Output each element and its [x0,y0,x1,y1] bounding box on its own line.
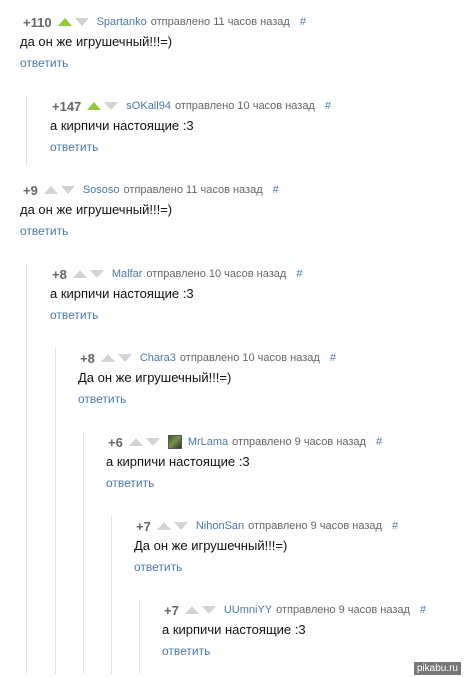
comment-timestamp: отправлено 11 часов назад [150,16,290,28]
user-avatar-icon[interactable] [167,435,182,449]
vote-up-icon[interactable] [184,606,199,614]
comment-permalink[interactable]: # [376,436,382,448]
vote-up-icon[interactable] [72,270,87,278]
comment-meta: +8 Malfar отправлено 10 часов назад # [52,264,302,284]
vote-down-icon[interactable] [89,270,104,278]
comment-score: +7 [164,602,179,618]
comment: +8 Malfar отправлено 10 часов назад # а … [0,264,465,674]
vote-down-icon[interactable] [104,102,119,110]
comment-permalink[interactable]: # [420,604,426,616]
comment-permalink[interactable]: # [392,520,398,532]
comment-meta: +6 MrLama отправлено 9 часов назад # [108,432,382,452]
comment: +110 Spartanko отправлено 11 часов назад… [0,12,465,78]
vote-down-icon[interactable] [74,18,89,26]
vote-up-icon[interactable] [156,522,171,530]
reply-link[interactable]: ответить [20,224,68,238]
comment-author-link[interactable]: UUmniYY [224,604,272,616]
reply-link[interactable]: ответить [50,140,98,154]
comment-timestamp: отправлено 9 часов назад [276,604,410,616]
comment-text: а кирпичи настоящие :3 [162,622,306,637]
comment-permalink[interactable]: # [325,100,331,112]
reply-link[interactable]: ответить [78,392,126,406]
comment-permalink[interactable]: # [330,352,336,364]
comment-author-link[interactable]: Malfar [112,268,143,280]
comment-text: да он же игрушечный!!!=) [20,202,173,217]
comment-text: а кирпичи настоящие :3 [50,118,194,133]
vote-down-icon[interactable] [201,606,216,614]
comment-timestamp: отправлено 9 часов назад [232,436,366,448]
thread-line [139,600,140,674]
comment-text: Да он же игрушечный!!!=) [78,370,232,385]
reply-link[interactable]: ответить [106,476,154,490]
comment-permalink[interactable]: # [300,16,306,28]
reply-link[interactable]: ответить [162,644,210,658]
vote-up-icon[interactable] [100,354,115,362]
comment: +7 UUmniYY отправлено 9 часов назад # а … [0,600,465,674]
comment-meta: +110 Spartanko отправлено 11 часов назад… [23,12,306,32]
comment-text: да он же игрушечный!!!=) [20,34,173,49]
comment-permalink[interactable]: # [296,268,302,280]
comment-score: +7 [136,518,151,534]
comment-author-link[interactable]: sOKall94 [126,100,171,112]
comment-meta: +7 UUmniYY отправлено 9 часов назад # [164,600,426,620]
reply-link[interactable]: ответить [50,308,98,322]
comment: +7 NihonSan отправлено 9 часов назад # Д… [0,516,465,674]
comment-text: а кирпичи настоящие :3 [106,454,250,469]
comment-text: Да он же игрушечный!!!=) [134,538,288,553]
comment-score: +6 [108,434,123,450]
comment-score: +8 [52,266,67,282]
vote-up-icon[interactable] [128,438,143,446]
comment-meta: +9 Sososo отправлено 11 часов назад # [23,180,279,200]
thread-line [26,96,27,166]
comment-score: +8 [80,350,95,366]
comment: +6 MrLama отправлено 9 часов назад # а к… [0,432,465,674]
comment-timestamp: отправлено 9 часов назад [248,520,382,532]
vote-down-icon[interactable] [117,354,132,362]
comment-score: +9 [23,182,38,198]
vote-up-icon[interactable] [57,18,72,26]
comment-timestamp: отправлено 10 часов назад [179,352,320,364]
comment-text: а кирпичи настоящие :3 [50,286,194,301]
vote-down-icon[interactable] [60,186,75,194]
comment: +147 sOKall94 отправлено 10 часов назад … [0,96,465,166]
comment-timestamp: отправлено 10 часов назад [146,268,287,280]
comment-timestamp: отправлено 11 часов назад [123,184,263,196]
comment-meta: +147 sOKall94 отправлено 10 часов назад … [52,96,331,116]
comment-author-link[interactable]: Chara3 [140,352,176,364]
vote-up-icon[interactable] [87,102,102,110]
reply-link[interactable]: ответить [20,56,68,70]
comment-author-link[interactable]: NihonSan [196,520,244,532]
comment: +8 Chara3 отправлено 10 часов назад # Да… [0,348,465,674]
comment-timestamp: отправлено 10 часов назад [174,100,315,112]
comment-author-link[interactable]: MrLama [188,436,228,448]
comment-score: +147 [52,98,82,114]
reply-link[interactable]: ответить [134,560,182,574]
comment-author-link[interactable]: Spartanko [97,16,147,28]
comment-permalink[interactable]: # [273,184,279,196]
comment-author-link[interactable]: Sososo [83,184,120,196]
comment-meta: +7 NihonSan отправлено 9 часов назад # [136,516,398,536]
comment-score: +110 [23,14,52,30]
vote-down-icon[interactable] [173,522,188,530]
comment-meta: +8 Chara3 отправлено 10 часов назад # [80,348,336,368]
site-watermark: pikabu.ru [413,662,461,675]
comment: +9 Sososo отправлено 11 часов назад # да… [0,180,465,246]
vote-down-icon[interactable] [145,438,160,446]
vote-up-icon[interactable] [43,186,58,194]
